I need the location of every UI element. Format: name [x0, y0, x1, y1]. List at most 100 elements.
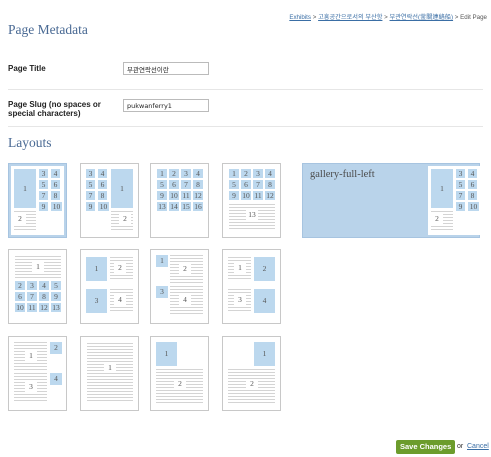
image-block: 9	[229, 191, 239, 200]
image-block: 7	[86, 191, 95, 200]
layout-preview: 3 4 5 6 7 8 9 10 1 2	[83, 166, 136, 235]
image-block: 15	[181, 201, 191, 211]
layout-preview: 1 2	[225, 339, 278, 408]
image-block: 3	[86, 169, 95, 178]
text-label: 2	[246, 379, 258, 389]
image-block: 3	[253, 169, 263, 178]
layout-gallery-full-left[interactable]: 1 3 4 5 6 7 8 9 10 2	[8, 163, 67, 238]
text-label: 1	[234, 263, 246, 273]
layout-preview: 1 3 4 5 6 7 8 9 10 2	[11, 166, 64, 235]
layout-text-only[interactable]: 1	[80, 336, 139, 411]
image-block: 13	[157, 201, 167, 211]
image-block: 3	[156, 286, 168, 298]
text-label: 13	[246, 210, 258, 220]
image-block: 6	[468, 180, 477, 189]
image-block: 4	[39, 281, 49, 290]
save-changes-button[interactable]: Save Changes	[396, 440, 456, 454]
layout-text-image-left[interactable]: 1 2	[150, 336, 209, 411]
image-block: 9	[86, 202, 95, 211]
image-block: 8	[468, 191, 477, 200]
layout-preview: 1 2 3 4	[153, 252, 206, 321]
layout-gallery-thumbnails[interactable]: 1 2 3 4 5 6 7 8 9 10 11 12 13 14 15 16	[150, 163, 209, 238]
text-label: 1	[25, 351, 37, 361]
layout-preview: 1 2 3 4	[11, 339, 64, 408]
image-block: 4	[51, 169, 60, 178]
page-slug-input[interactable]	[123, 99, 209, 112]
image-block: 12	[265, 190, 275, 200]
layout-gallery-thumbnails-text-bottom[interactable]: 1 2 3 4 5 6 7 8 9 10 11 12 13	[222, 163, 281, 238]
text-label: 2	[179, 264, 191, 274]
layout-text-image-grid[interactable]: 1 2 3 4 5 6 7 8 9 10 11 12 13	[8, 249, 67, 324]
text-label: 1	[32, 262, 44, 272]
divider	[8, 89, 483, 90]
layout-image-list-left[interactable]: 1 2 3 4	[80, 249, 139, 324]
breadcrumb-exhibits-link[interactable]: Exhibits	[289, 14, 311, 21]
image-block: 3	[27, 281, 37, 290]
image-block: 3	[39, 169, 48, 178]
image-block: 1	[229, 169, 239, 178]
image-block: 11	[27, 302, 37, 312]
image-block: 8	[51, 191, 60, 200]
layout-selected-preview[interactable]: gallery-full-left 1 3 4 5 6 7 8 9 10 2	[302, 163, 481, 238]
divider	[8, 126, 483, 127]
layout-preview: 1 2 3 4 5 6 7 8 9 10 11 12 13	[225, 166, 278, 235]
image-block: 11	[253, 190, 263, 200]
image-block: 6	[51, 180, 60, 189]
image-block: 2	[241, 169, 251, 178]
image-block: 2	[50, 342, 62, 354]
image-block: 1	[14, 169, 36, 208]
image-block: 1	[431, 169, 453, 208]
text-label: 2	[14, 214, 26, 224]
image-block: 6	[241, 180, 251, 189]
image-block: 5	[86, 180, 95, 189]
breadcrumb-separator: >	[384, 14, 388, 21]
page-slug-label: Page Slug (no spaces or special characte…	[8, 100, 101, 118]
image-block: 5	[456, 180, 465, 189]
layout-image-list-right[interactable]: 1 2 3 4	[222, 249, 281, 324]
layout-preview: 1 2 3 4 5 6 7 8 9 10 11 12 13	[11, 252, 64, 321]
image-block: 2	[15, 281, 25, 290]
image-block: 5	[229, 180, 239, 189]
image-block: 4	[254, 289, 275, 313]
image-block: 11	[181, 190, 191, 200]
breadcrumb-exhibit-link[interactable]: 고흥공간으로서의 부산항	[318, 14, 382, 21]
text-label: 4	[179, 295, 191, 305]
image-block: 9	[51, 292, 61, 301]
image-block: 12	[193, 190, 203, 200]
image-block: 7	[27, 292, 37, 301]
layout-image-list-right-thumbs[interactable]: 1 2 3 4	[8, 336, 67, 411]
image-block: 10	[98, 201, 109, 211]
image-block: 7	[253, 180, 263, 189]
layout-gallery-full-right[interactable]: 3 4 5 6 7 8 9 10 1 2	[80, 163, 139, 238]
image-block: 1	[86, 257, 107, 281]
image-block: 3	[86, 289, 107, 313]
page-slug-label-line: special characters)	[8, 109, 81, 118]
layouts-heading: Layouts	[8, 135, 52, 150]
breadcrumb-current: Edit Page	[460, 14, 487, 21]
image-block: 10	[468, 201, 479, 211]
cancel-link[interactable]: Cancel	[467, 443, 489, 450]
page-metadata-heading: Page Metadata	[8, 22, 88, 37]
image-block: 4	[98, 169, 107, 178]
text-label: 3	[25, 382, 37, 392]
breadcrumb-page-link[interactable]: 부관연락선(釜關連絡船)	[390, 14, 454, 21]
image-block: 2	[254, 257, 275, 281]
page-slug-label-line: Page Slug (no spaces or	[8, 100, 101, 109]
breadcrumb-separator: >	[312, 14, 317, 21]
or-text: or	[457, 443, 464, 450]
text-label: 2	[174, 379, 186, 389]
page-title-input[interactable]	[123, 62, 209, 75]
image-block: 1	[157, 169, 167, 178]
layout-text-image-right[interactable]: 1 2	[222, 336, 281, 411]
layout-image-list-left-thumbs[interactable]: 1 2 3 4	[150, 249, 209, 324]
image-block: 3	[456, 169, 465, 178]
layout-preview: 1 2 3 4	[225, 252, 278, 321]
selected-layout-name: gallery-full-left	[310, 169, 375, 180]
image-block: 1	[156, 255, 168, 267]
image-block: 10	[15, 302, 25, 312]
image-block: 5	[157, 180, 167, 189]
image-block: 8	[193, 180, 203, 189]
image-block: 1	[254, 342, 275, 366]
layout-preview: 1	[83, 339, 136, 408]
text-label: 1	[104, 363, 116, 373]
